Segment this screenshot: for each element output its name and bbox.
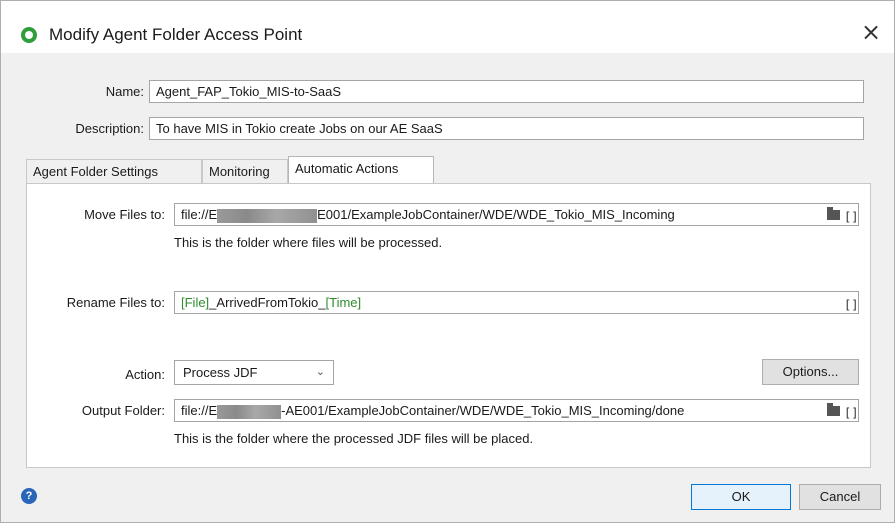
file-token: [File] [181,295,210,310]
rename-files-label: Rename Files to: [66,295,165,310]
tab-monitoring[interactable]: Monitoring [202,159,288,184]
folder-icon[interactable] [827,207,840,220]
close-icon[interactable]: × [861,18,881,46]
action-label: Action: [125,367,165,382]
move-files-suffix: E001/ExampleJobContainer/WDE/WDE_Tokio_M… [317,207,675,222]
action-select[interactable]: Process JDF ⌄ [174,360,334,385]
description-label: Description: [75,121,144,136]
variable-brackets-icon[interactable]: [] [844,403,858,421]
output-folder-suffix: -AE001/ExampleJobContainer/WDE/WDE_Tokio… [281,403,685,418]
chevron-down-icon: ⌄ [315,366,325,378]
ok-button[interactable]: OK [691,484,791,510]
modify-agent-folder-dialog: Modify Agent Folder Access Point × Name:… [0,0,895,523]
help-icon[interactable]: ? [21,488,37,504]
name-label: Name: [105,84,144,99]
time-token: [Time] [325,295,362,310]
agent-folder-icon [21,27,37,43]
output-folder-hint: This is the folder where the processed J… [174,431,534,446]
output-folder-prefix: file://E [181,403,218,418]
move-files-hint: This is the folder where files will be p… [174,235,443,250]
move-files-input[interactable]: file://E E001/ExampleJobContainer/WDE/WDE… [174,203,859,226]
options-button[interactable]: Options... [762,359,859,385]
tab-agent-folder-settings[interactable]: Agent Folder Settings [26,159,202,184]
rename-files-input[interactable]: [File]_ArrivedFromTokio_[Time] [] [174,291,859,314]
cancel-button[interactable]: Cancel [799,484,881,510]
folder-icon[interactable] [827,403,840,416]
automatic-actions-panel: Move Files to: file://E E001/ExampleJobCo… [26,183,871,468]
dialog-title: Modify Agent Folder Access Point [49,25,303,44]
move-files-prefix: file://E [181,207,218,222]
variable-brackets-icon[interactable]: [] [844,207,858,225]
redaction-mask [217,404,282,419]
output-folder-label: Output Folder: [81,403,165,418]
output-folder-input[interactable]: file://E -AE001/ExampleJobContainer/WDE/W… [174,399,859,422]
move-files-label: Move Files to: [84,207,165,222]
action-selected-value: Process JDF [183,365,258,380]
name-input[interactable]: Agent_FAP_Tokio_MIS-to-SaaS [149,80,864,103]
rename-middle-text: _ArrivedFromTokio_ [209,295,326,310]
redaction-mask [217,208,318,223]
variable-brackets-icon[interactable]: [] [844,295,858,313]
tab-automatic-actions[interactable]: Automatic Actions [288,156,434,183]
description-input[interactable]: To have MIS in Tokio create Jobs on our … [149,117,864,140]
title-bar: Modify Agent Folder Access Point × [1,1,894,53]
